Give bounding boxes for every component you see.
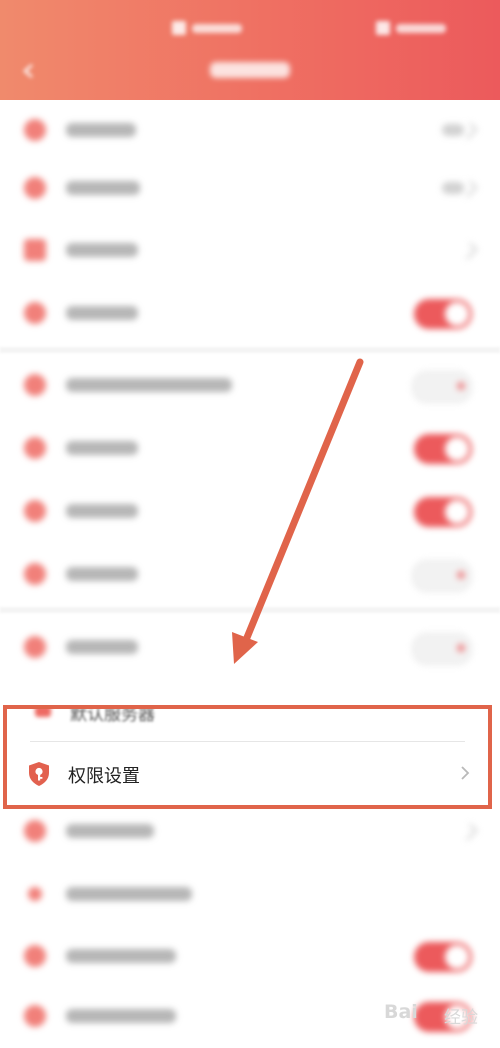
highlight-box: 默认服务器 权限设置 <box>3 705 492 809</box>
shield-key-icon <box>29 762 49 786</box>
list-item[interactable] <box>0 926 500 988</box>
list-item[interactable] <box>0 100 500 162</box>
section-divider <box>0 347 500 353</box>
default-server-item[interactable]: 默认服务器 <box>27 709 327 727</box>
header-tab-left[interactable] <box>172 18 242 38</box>
list-item[interactable] <box>0 220 500 282</box>
list-item[interactable] <box>0 481 500 543</box>
watermark: Bai 经验 <box>380 997 490 1028</box>
app-header <box>0 0 500 100</box>
permission-settings-item[interactable]: 权限设置 <box>7 742 488 805</box>
section-divider <box>0 607 500 613</box>
page-title <box>210 62 290 78</box>
watermark-logo: Bai <box>384 1001 418 1023</box>
list-item[interactable] <box>0 801 500 863</box>
list-item[interactable] <box>0 283 500 345</box>
chevron-right-icon <box>461 766 470 780</box>
header-tab-right[interactable] <box>376 18 446 38</box>
server-icon <box>35 709 51 717</box>
back-arrow-icon[interactable] <box>22 64 36 78</box>
list-item[interactable] <box>0 864 500 926</box>
list-item[interactable] <box>0 418 500 480</box>
list-item[interactable] <box>0 617 500 679</box>
default-server-label: 默认服务器 <box>70 709 155 725</box>
list-item[interactable] <box>0 355 500 417</box>
watermark-text: 经验 <box>444 1008 478 1028</box>
list-item[interactable] <box>0 544 500 606</box>
list-item[interactable] <box>0 158 500 220</box>
permission-settings-label: 权限设置 <box>68 766 140 787</box>
